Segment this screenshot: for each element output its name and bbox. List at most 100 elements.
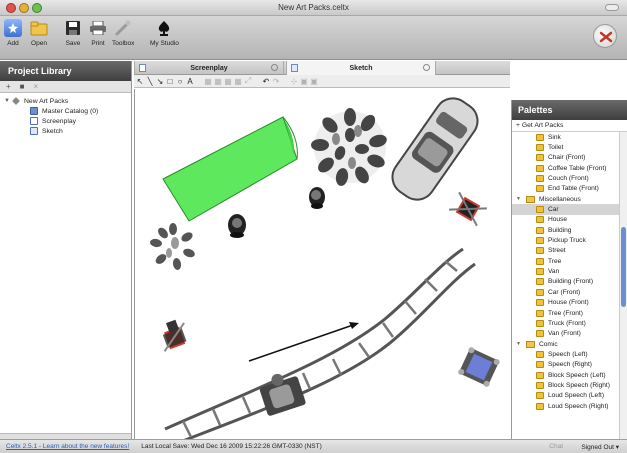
art-item-icon [536, 154, 544, 162]
save-button[interactable]: Save [64, 19, 82, 47]
palette-item-label: Van [548, 268, 560, 276]
palette-folder[interactable]: ▼ Miscellaneous [512, 194, 627, 204]
palettes-scrollbar[interactable] [619, 132, 627, 439]
palette-item[interactable]: Pickup Truck [512, 235, 627, 245]
text-tool[interactable]: A [186, 77, 194, 86]
ellipse-tool[interactable]: ○ [176, 77, 184, 86]
get-art-packs-link[interactable]: + Get Art Packs [512, 120, 627, 132]
palette-item-label: Truck (Front) [548, 319, 586, 327]
camera-operator-shape[interactable] [156, 317, 191, 352]
palette-item[interactable]: Van [512, 266, 627, 276]
folder-button[interactable]: ■ [20, 82, 25, 91]
palette-item[interactable]: Speech (Right) [512, 360, 627, 370]
car-shape[interactable] [385, 91, 484, 206]
folder-icon [526, 340, 535, 348]
palette-item[interactable]: Speech (Left) [512, 349, 627, 359]
palette-item[interactable]: Block Speech (Left) [512, 370, 627, 380]
person-shape[interactable] [228, 214, 246, 238]
palette-item[interactable]: Toilet [512, 142, 627, 152]
palette-item[interactable]: Street [512, 246, 627, 256]
dolly-track-shape[interactable] [164, 247, 476, 446]
close-tab-icon[interactable] [423, 64, 430, 71]
align-right-tool[interactable]: ▦ [224, 77, 232, 86]
palette-item[interactable]: End Table (Front) [512, 184, 627, 194]
tree-item-label: New Art Packs [24, 97, 69, 105]
new-features-link[interactable]: Celtx 2.5.1 - Learn about the new featur… [6, 443, 129, 450]
tab-sketch[interactable]: Sketch [286, 61, 436, 75]
toolbox-button[interactable]: Toolbox [112, 19, 134, 47]
palette-item[interactable]: Coffee Table (Front) [512, 163, 627, 173]
palette-item-label: Block Speech (Left) [548, 371, 606, 379]
print-button[interactable]: Print [89, 19, 107, 47]
palette-item[interactable]: Tree [512, 256, 627, 266]
window-titlebar: New Art Packs.celtx [0, 0, 627, 16]
expand-triangle-icon[interactable]: ▼ [516, 341, 526, 347]
expand-triangle-icon[interactable]: ▼ [4, 98, 12, 104]
tree-shape[interactable] [311, 108, 388, 187]
green-spotlight-shape[interactable] [162, 116, 298, 222]
palette-item[interactable]: Sink [512, 132, 627, 142]
align-left-tool[interactable]: ▦ [204, 77, 212, 86]
palette-item[interactable]: Tree (Front) [512, 308, 627, 318]
camera-dolly-shape[interactable] [457, 346, 500, 388]
palette-item[interactable]: Car (Front) [512, 287, 627, 297]
rectangle-tool[interactable]: □ [166, 77, 174, 86]
scroll-thumb[interactable] [621, 227, 626, 307]
remove-item-button[interactable]: × [34, 82, 39, 91]
toolbar-toggle-button[interactable] [605, 4, 619, 11]
tree-item-master-catalog[interactable]: Master Catalog (0) [4, 106, 127, 116]
camera-operator-shape[interactable] [449, 191, 487, 227]
toolbox-label: Toolbox [112, 40, 135, 47]
add-item-button[interactable]: + [6, 82, 11, 91]
palette-item-label: Loud Speech (Right) [548, 402, 609, 410]
art-item-icon [536, 361, 544, 369]
palette-item[interactable]: Truck (Front) [512, 318, 627, 328]
tab-screenplay[interactable]: Screenplay [134, 61, 284, 75]
expand-triangle-icon[interactable]: ▼ [516, 196, 526, 202]
palette-item-label: Tree (Front) [548, 309, 583, 317]
redo-tool[interactable]: ↷ [272, 77, 280, 86]
tree-item-label: Screenplay [42, 117, 77, 125]
signed-out-status[interactable]: Signed Out ▾ [581, 443, 619, 451]
select-tool[interactable]: ↖ [136, 77, 144, 86]
movement-arrow-shape[interactable] [248, 322, 359, 362]
screenplay-icon [30, 117, 38, 125]
tree-shape[interactable] [149, 223, 196, 271]
align-top-tool[interactable]: ▦ [234, 77, 242, 86]
palette-item[interactable]: House (Front) [512, 298, 627, 308]
group-tool[interactable]: ▣ [300, 77, 308, 86]
undo-tool[interactable]: ↶ [262, 77, 270, 86]
art-item-icon [536, 330, 544, 338]
crosshair-tool[interactable]: ⊹ [290, 77, 298, 86]
chat-button[interactable]: Chat [549, 443, 563, 450]
palette-item-label: Coffee Table (Front) [548, 164, 607, 172]
palette-item[interactable]: Loud Speech (Right) [512, 401, 627, 411]
palette-item[interactable]: Loud Speech (Left) [512, 391, 627, 401]
line-tool[interactable]: ╲ [146, 77, 154, 86]
align-center-tool[interactable]: ▦ [214, 77, 222, 86]
palette-item[interactable]: Building [512, 225, 627, 235]
ungroup-tool[interactable]: ▣ [310, 77, 318, 86]
palette-item[interactable]: Block Speech (Right) [512, 380, 627, 390]
tree-item-sketch[interactable]: Sketch [4, 126, 127, 136]
art-item-icon [536, 402, 544, 410]
transform-tool[interactable]: ⤢ [244, 76, 252, 86]
palette-folder[interactable]: ▼ Comic [512, 339, 627, 349]
person-shape[interactable] [309, 187, 325, 209]
project-library-title: Project Library [0, 61, 131, 81]
dolly-track-ties [181, 260, 458, 438]
palette-item[interactable]: Building (Front) [512, 277, 627, 287]
palette-item[interactable]: House [512, 215, 627, 225]
arrow-tool[interactable]: ↘ [156, 77, 164, 86]
sketch-canvas[interactable] [134, 89, 510, 446]
add-button[interactable]: Add [4, 19, 22, 47]
palette-item[interactable]: Couch (Front) [512, 173, 627, 183]
close-tab-icon[interactable] [271, 64, 278, 71]
palette-item[interactable]: Chair (Front) [512, 153, 627, 163]
tree-item-project[interactable]: ▼ New Art Packs [4, 96, 127, 106]
my-studio-button[interactable]: My Studio [150, 19, 179, 47]
palette-item[interactable]: Car [512, 204, 627, 215]
open-button[interactable]: Open [30, 19, 48, 47]
tree-item-screenplay[interactable]: Screenplay [4, 116, 127, 126]
palette-item[interactable]: Van (Front) [512, 329, 627, 339]
